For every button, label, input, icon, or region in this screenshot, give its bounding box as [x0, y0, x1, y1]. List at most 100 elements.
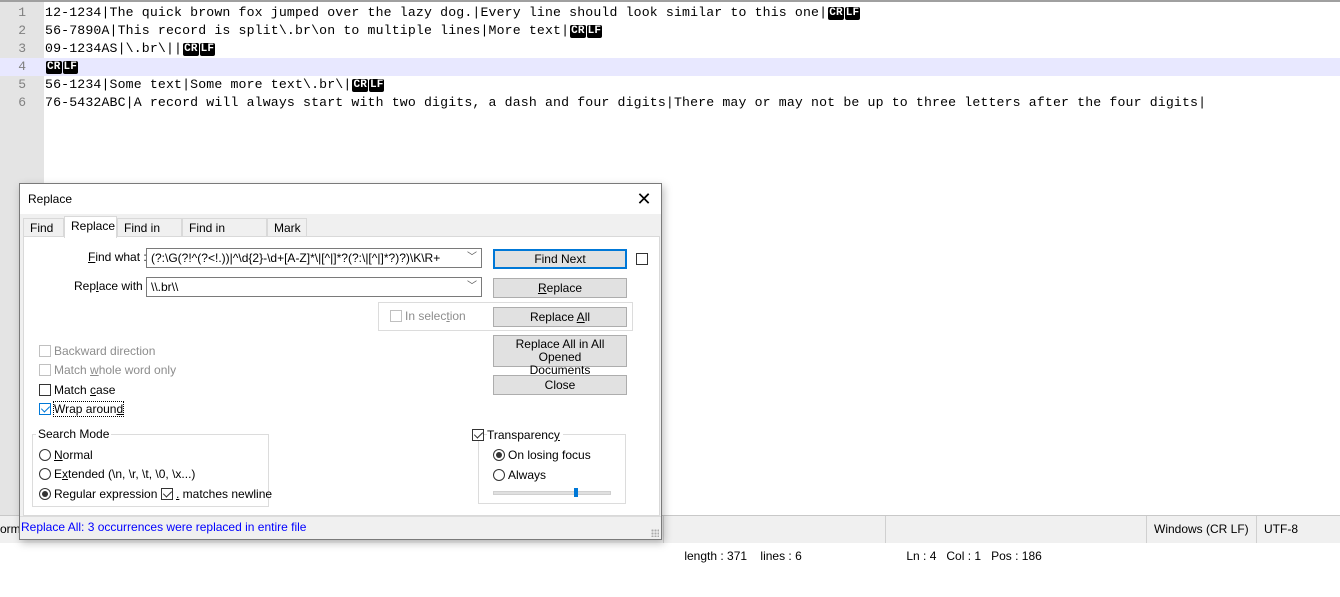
resize-grip-icon[interactable] [651, 529, 659, 537]
backward-direction-label: Backward direction [54, 344, 156, 358]
find-what-label-text: ind what : [95, 250, 147, 264]
match-case-pre: Match [54, 383, 91, 397]
replace-dialog: Replace ✕ Find Replace Find in Files Fin… [19, 183, 662, 540]
whole-word-pre: Match [54, 363, 91, 377]
wrap-pre: Wrap aroun [54, 402, 117, 416]
tab-find[interactable]: Find [23, 218, 64, 236]
line-content: 12-1234|The quick brown fox jumped over … [45, 5, 828, 20]
line-content: 56-7890A|This record is split\.br\on to … [45, 23, 570, 38]
extended-mode-radio[interactable] [39, 468, 51, 480]
transparency-checkbox[interactable] [472, 429, 484, 441]
replace-all-pre: Replace [529, 310, 577, 324]
dialog-titlebar[interactable]: Replace ✕ [20, 184, 661, 214]
status-length-value: length : 371 [684, 549, 748, 563]
whole-word-post: hole word only [98, 363, 177, 377]
line-text[interactable]: 09-1234AS|\.br\|| CR LF [45, 40, 216, 58]
find-what-value: (?:\G(?!^(?<!.))|^\d{2}-\d+[A-Z]*\|[^|]*… [151, 251, 441, 265]
line-content: 56-1234|Some text|Some more text\.br\| [45, 77, 352, 92]
normal-post: ormal [62, 448, 93, 462]
search-mode-title: Search Mode [36, 427, 112, 441]
regex-pre: Re [54, 487, 70, 501]
eol-lf-marker: LF [844, 7, 861, 20]
replace-with-label: Replace with : [74, 279, 149, 293]
eol-cr-marker: CR [570, 25, 586, 38]
extra-option-checkbox[interactable] [636, 253, 648, 265]
find-what-label: Find what : [88, 250, 147, 264]
transparency-pre: Transparenc [487, 428, 554, 442]
status-pos: Pos : 186 [991, 549, 1042, 563]
eol-cr-marker: CR [352, 79, 368, 92]
line-number: 1 [18, 5, 26, 20]
always-radio[interactable] [493, 469, 505, 481]
normal-mnemonic: N [54, 448, 63, 462]
editor-line[interactable]: 5 56-1234|Some text|Some more text\.br\| C… [0, 76, 1340, 94]
regex-mode-label: Regular expression [54, 487, 157, 501]
match-case-label: Match case [54, 383, 115, 397]
normal-mode-label: Normal [54, 448, 93, 462]
tab-replace[interactable]: Replace [64, 216, 117, 238]
backward-direction-checkbox[interactable] [39, 345, 51, 357]
match-case-checkbox[interactable] [39, 384, 51, 396]
transparency-slider[interactable] [493, 491, 611, 495]
extended-mode-label: Extended (\n, \r, \t, \0, \x...) [54, 467, 195, 481]
replace-button[interactable]: Replace [493, 278, 627, 298]
normal-mode-radio[interactable] [39, 449, 51, 461]
transparency-slider-thumb[interactable] [573, 488, 578, 497]
line-text[interactable]: CR LF [45, 58, 79, 76]
on-losing-focus-label: On losing focus [508, 448, 591, 462]
eol-lf-marker: LF [368, 79, 385, 92]
match-case-post: ase [96, 383, 116, 397]
match-whole-word-checkbox[interactable] [39, 364, 51, 376]
line-text[interactable]: 56-1234|Some text|Some more text\.br\| CR… [45, 76, 385, 94]
find-what-input[interactable]: (?:\G(?!^(?<!.))|^\d{2}-\d+[A-Z]*\|[^|]*… [146, 248, 482, 268]
replace-label: eplace [546, 281, 583, 295]
eol-cr-marker: CR [46, 61, 62, 74]
eol-cr-marker: CR [183, 43, 199, 56]
chevron-down-icon[interactable]: ﹀ [467, 249, 477, 267]
dialog-status-message: Replace All: 3 occurrences were replaced… [21, 520, 307, 534]
dot-matches-newline-checkbox[interactable] [161, 488, 173, 500]
editor-line[interactable]: 1 12-1234|The quick brown fox jumped over… [0, 4, 1340, 22]
wrap-around-checkbox[interactable] [39, 403, 51, 415]
status-doc-type: orm [0, 522, 21, 536]
eol-lf-marker: LF [586, 25, 603, 38]
replace-all-post: ll [584, 310, 591, 324]
in-selection-post: ion [449, 309, 466, 323]
regex-mode-radio[interactable] [39, 488, 51, 500]
dialog-status-bar: Replace All: 3 occurrences were replaced… [20, 516, 661, 539]
close-button[interactable]: Close [493, 375, 627, 395]
line-text[interactable]: 12-1234|The quick brown fox jumped over … [45, 4, 861, 22]
line-text[interactable]: 76-5432ABC|A record will always start wi… [45, 94, 1206, 112]
extended-pre: E [54, 467, 63, 481]
tab-find-in-files[interactable]: Find in Files [117, 218, 182, 253]
replace-all-button[interactable]: Replace All [493, 307, 627, 327]
chevron-down-icon[interactable]: ﹀ [467, 278, 477, 296]
close-icon[interactable]: ✕ [633, 188, 655, 210]
line-number: 2 [18, 23, 26, 38]
line-number: 6 [18, 95, 26, 110]
tab-find-in-projects[interactable]: Find in Projects [182, 218, 267, 253]
status-ln: Ln : 4 [906, 549, 937, 563]
line-content: 09-1234AS|\.br\|| [45, 41, 183, 56]
on-losing-focus-radio[interactable] [493, 449, 505, 461]
whole-word-mnemonic: w [90, 363, 99, 377]
replace-with-input[interactable]: \\.br\\ ﹀ [146, 277, 482, 297]
in-selection-checkbox[interactable] [390, 310, 402, 322]
find-next-button[interactable]: Find Next [493, 249, 627, 269]
editor-line[interactable]: 6 76-5432ABC|A record will always start w… [0, 94, 1340, 112]
line-text[interactable]: 56-7890A|This record is split\.br\on to … [45, 22, 603, 40]
replace-tab-panel: Find what : (?:\G(?!^(?<!.))|^\d{2}-\d+[… [23, 236, 660, 516]
eol-cr-marker: CR [828, 7, 844, 20]
line-number: 3 [18, 41, 26, 56]
editor-line[interactable]: 2 56-7890A|This record is split\.br\on to… [0, 22, 1340, 40]
replace-all-opened-button[interactable]: Replace All in All Opened Documents [493, 335, 627, 377]
editor-line[interactable]: 3 09-1234AS|\.br\|| CR LF [0, 40, 1340, 58]
editor-line[interactable]: 4 CR LF [0, 58, 1340, 76]
dot-post: matches newline [179, 487, 273, 501]
wrap-mnemonic: d [116, 402, 124, 416]
regex-post: ular expression [76, 487, 158, 501]
tab-mark[interactable]: Mark [267, 218, 307, 236]
status-encoding[interactable]: UTF-8 [1256, 516, 1340, 543]
status-eol-format[interactable]: Windows (CR LF) [1146, 516, 1256, 543]
dot-matches-newline-label: . matches newline [176, 487, 272, 501]
